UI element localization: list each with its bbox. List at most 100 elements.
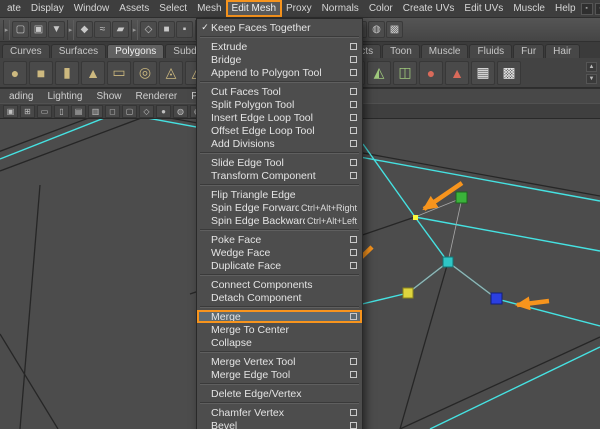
menubar-item-display[interactable]: Display	[26, 1, 69, 16]
panel-menu-ading[interactable]: ading	[2, 91, 40, 102]
grid-toggle-icon[interactable]: ⊞	[20, 104, 35, 118]
shelf-tab-curves[interactable]: Curves	[2, 44, 50, 58]
shelf-tab-hair[interactable]: Hair	[545, 44, 580, 58]
workspace-1-button[interactable]: ▪	[580, 2, 593, 15]
menubar-item-normals[interactable]: Normals	[317, 1, 364, 16]
menu-item-merge-vertex-tool[interactable]: Merge Vertex Tool	[197, 355, 362, 368]
menu-item-collapse[interactable]: Collapse	[197, 336, 362, 349]
safe-action-icon[interactable]: ◻	[105, 104, 120, 118]
select-tool-icon[interactable]: ◆	[76, 21, 93, 38]
option-box-icon[interactable]	[350, 101, 357, 108]
menubar-item-ate[interactable]: ate	[2, 1, 26, 16]
menu-item-duplicate-face[interactable]: Duplicate Face	[197, 259, 362, 272]
menu-item-split-polygon-tool[interactable]: Split Polygon Tool	[197, 98, 362, 111]
poly-smooth-icon[interactable]: ◭	[367, 60, 391, 85]
menu-item-detach-component[interactable]: Detach Component	[197, 291, 362, 304]
menu-item-poke-face[interactable]: Poke Face	[197, 233, 362, 246]
film-gate-icon[interactable]: ▭	[37, 104, 52, 118]
option-box-icon[interactable]	[350, 313, 357, 320]
gate-mask-icon[interactable]: ▤	[71, 104, 86, 118]
vertex-handle-yellow[interactable]	[402, 287, 414, 299]
field-chart-icon[interactable]: ▥	[88, 104, 103, 118]
paint-select-icon[interactable]: ▰	[112, 21, 129, 38]
menubar-item-color[interactable]: Color	[364, 1, 398, 16]
safe-title-icon[interactable]: ▢	[122, 104, 137, 118]
option-box-icon[interactable]	[350, 409, 357, 416]
option-box-icon[interactable]	[350, 172, 357, 179]
shelf-tab-muscle[interactable]: Muscle	[420, 44, 469, 58]
shelf-tab-fur[interactable]: Fur	[513, 44, 545, 58]
menubar-item-edit-uvs[interactable]: Edit UVs	[459, 1, 508, 16]
poly-prism-icon[interactable]: ◬	[159, 60, 183, 85]
menu-item-keep-faces-together[interactable]: ✓ Keep Faces Together	[197, 21, 362, 34]
menu-item-slide-edge-tool[interactable]: Slide Edge Tool	[197, 156, 362, 169]
option-box-icon[interactable]	[350, 249, 357, 256]
file-save-icon[interactable]: ▼	[48, 21, 65, 38]
option-box-icon[interactable]	[350, 236, 357, 243]
statusline-divider[interactable]: ▸	[3, 19, 10, 40]
statusline-divider[interactable]: ▸	[67, 19, 74, 40]
panel-menu-renderer[interactable]: Renderer	[129, 91, 185, 102]
selected-vertex-dot[interactable]	[413, 215, 418, 220]
menubar-item-edit-mesh[interactable]: Edit Mesh	[225, 0, 283, 17]
menu-item-merge[interactable]: Merge	[197, 310, 362, 323]
option-box-icon[interactable]	[350, 422, 357, 429]
shelf-scroll-down-icon[interactable]: ▼	[586, 73, 597, 84]
shelf-tab-polygons[interactable]: Polygons	[107, 44, 165, 58]
poly-mirror-icon[interactable]: ◫	[393, 60, 417, 85]
menubar-item-select[interactable]: Select	[154, 1, 192, 16]
menubar-item-assets[interactable]: Assets	[114, 1, 154, 16]
menubar-item-help[interactable]: Help	[550, 1, 581, 16]
menu-item-spin-edge-forward[interactable]: Spin Edge Forward Ctrl+Alt+Right	[197, 201, 362, 214]
menubar-item-mesh[interactable]: Mesh	[192, 1, 226, 16]
option-box-icon[interactable]	[350, 371, 357, 378]
poly-cylinder-icon[interactable]: ▮	[55, 60, 79, 85]
workspace-2-button[interactable]: ▪	[594, 2, 600, 15]
option-box-icon[interactable]	[350, 262, 357, 269]
shaded-mode-icon[interactable]: ●	[156, 104, 171, 118]
menu-item-bridge[interactable]: Bridge	[197, 53, 362, 66]
menu-item-offset-edge-loop-tool[interactable]: Offset Edge Loop Tool	[197, 124, 362, 137]
poly-sphere-icon[interactable]: ●	[3, 60, 27, 85]
menu-item-connect-components[interactable]: Connect Components	[197, 278, 362, 291]
file-open-icon[interactable]: ▣	[30, 21, 47, 38]
menu-item-merge-to-center[interactable]: Merge To Center	[197, 323, 362, 336]
menu-item-merge-edge-tool[interactable]: Merge Edge Tool	[197, 368, 362, 381]
menu-item-insert-edge-loop-tool[interactable]: Insert Edge Loop Tool	[197, 111, 362, 124]
option-box-icon[interactable]	[350, 69, 357, 76]
menu-item-chamfer-vertex[interactable]: Chamfer Vertex	[197, 406, 362, 419]
select-component-icon[interactable]: ▪	[176, 21, 193, 38]
menu-item-extrude[interactable]: Extrude	[197, 40, 362, 53]
menu-item-transform-component[interactable]: Transform Component	[197, 169, 362, 182]
vertex-handle-cyan[interactable]	[442, 256, 454, 268]
menubar-item-window[interactable]: Window	[69, 1, 115, 16]
option-box-icon[interactable]	[350, 159, 357, 166]
panel-menu-lighting[interactable]: Lighting	[40, 91, 89, 102]
shelf-tab-surfaces[interactable]: Surfaces	[50, 44, 107, 58]
file-new-icon[interactable]: ▢	[12, 21, 29, 38]
ipr-render-icon[interactable]: ◍	[368, 21, 385, 38]
menu-item-append-to-polygon-tool[interactable]: Append to Polygon Tool	[197, 66, 362, 79]
checker-sphere-icon[interactable]: ▦	[471, 60, 495, 85]
select-object-icon[interactable]: ■	[158, 21, 175, 38]
shelf-scroll-up-icon[interactable]: ▲	[586, 61, 597, 72]
menubar-item-proxy[interactable]: Proxy	[281, 1, 317, 16]
poly-plane-icon[interactable]: ▭	[107, 60, 131, 85]
select-hierarchy-icon[interactable]: ◇	[140, 21, 157, 38]
option-box-icon[interactable]	[350, 43, 357, 50]
menu-item-delete-edge-vertex[interactable]: Delete Edge/Vertex	[197, 387, 362, 400]
wireframe-mode-icon[interactable]: ◇	[139, 104, 154, 118]
menu-item-add-divisions[interactable]: Add Divisions	[197, 137, 362, 150]
option-box-icon[interactable]	[350, 56, 357, 63]
interactive-sphere-icon[interactable]: ●	[419, 60, 443, 85]
poly-torus-icon[interactable]: ◎	[133, 60, 157, 85]
poly-cube-icon[interactable]: ■	[29, 60, 53, 85]
menubar-item-create-uvs[interactable]: Create UVs	[398, 1, 460, 16]
poly-cone-icon[interactable]: ▲	[81, 60, 105, 85]
camera-select-icon[interactable]: ▣	[3, 104, 18, 118]
render-settings-icon[interactable]: ▩	[386, 21, 403, 38]
lasso-select-icon[interactable]: ≈	[94, 21, 111, 38]
menu-item-spin-edge-backward[interactable]: Spin Edge Backward Ctrl+Alt+Left	[197, 214, 362, 227]
option-box-icon[interactable]	[350, 114, 357, 121]
checker-cube-icon[interactable]: ▩	[497, 60, 521, 85]
